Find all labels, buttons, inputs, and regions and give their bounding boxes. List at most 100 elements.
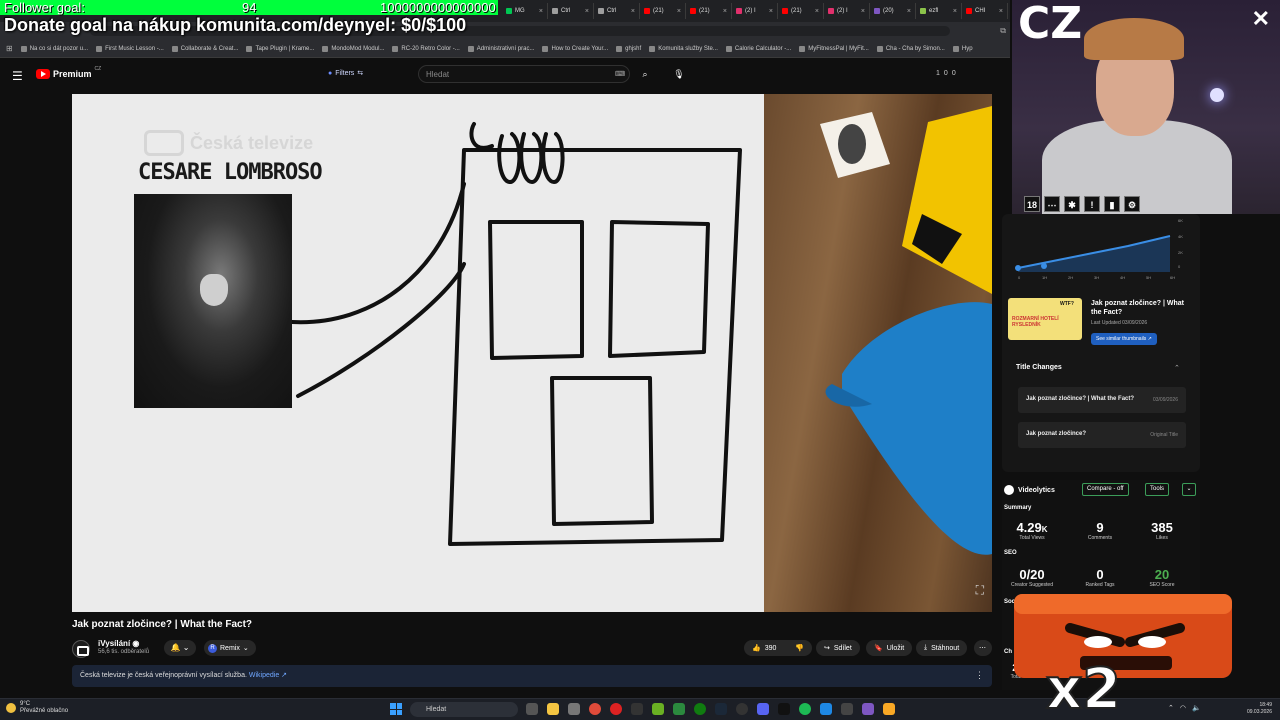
bookmark-item[interactable]: Cha - Cha by Simon... [876,45,945,52]
notifications-button[interactable]: 🔔 ⌄ [164,640,196,656]
tools-dropdown[interactable]: Tools [1145,483,1170,496]
description-info-bar[interactable]: Česká televize je česká veřejnoprávní vy… [72,665,992,687]
fullscreen-icon[interactable]: ⛶ [976,583,984,598]
obs-icon[interactable] [736,703,748,715]
settings-icon[interactable] [568,703,580,715]
remix-label: Remix [220,644,240,652]
browser-tab[interactable]: Ctrl × [594,3,640,19]
channel-name[interactable]: iVysílání ◉ [98,639,139,648]
opera-icon[interactable] [610,703,622,715]
save-button[interactable]: 🔖 Uložit [866,640,913,656]
bookmark-item[interactable]: Calorie Calculator -... [725,45,792,52]
steam-icon[interactable] [715,703,727,715]
arm-stroke-top [290,182,466,325]
nvidia-icon[interactable] [652,703,664,715]
tab-favicon-icon [874,8,880,14]
browser-tab[interactable]: (20) × [870,3,916,19]
remix-button[interactable]: R Remix ⌄ [204,640,256,656]
chevron-up-icon[interactable]: ⌃ [1174,364,1180,372]
share-button[interactable]: ↪ Sdílet [816,640,860,656]
filters-button[interactable]: ● Filters ⇆ [328,69,363,78]
dislike-button[interactable]: 👎 [790,640,812,656]
taskbar-clock[interactable]: 18:49 09.03.2026 [1247,702,1272,716]
download-button[interactable]: ⤓ Stáhnout [916,640,968,656]
youtube-logo[interactable]: Premium CZ [36,66,101,79]
bookmark-item[interactable]: Na co si dát pozor u... [20,45,88,52]
browser-tab[interactable]: (21) × [778,3,824,19]
wikipedia-link[interactable]: Wikipedie ↗ [249,672,287,679]
spotify-icon[interactable] [799,703,811,715]
app-icon[interactable] [862,703,874,715]
microphone-icon[interactable]: 🎙 [671,65,687,83]
menu-icon[interactable]: ☰ [12,69,23,83]
more-actions-button[interactable]: ⋯ [974,640,992,656]
bookmark-item[interactable]: Collaborate & Creat... [171,45,238,52]
chrome-icon[interactable] [589,703,601,715]
tab-label: (21) [791,8,802,14]
bookmark-item[interactable]: First Music Lesson -... [96,45,164,52]
tab-close-icon[interactable]: × [861,8,865,15]
bookmark-label: Calorie Calculator -... [734,45,792,52]
video-title: Jak poznat zločince? | What the Fact? [72,619,253,630]
bookmark-item[interactable]: MyFitnessPal | MyFit... [799,45,869,52]
xbox-icon[interactable] [694,703,706,715]
bookmark-item[interactable]: Tape Plugin | Krame... [246,45,315,52]
panel-chevron-icon[interactable]: ⌄ [1182,483,1196,496]
search-input[interactable]: Hledat ⌨ [418,65,630,83]
browser-tab[interactable]: Ctrl × [548,3,594,19]
apps-grid-icon[interactable]: ⊞ [6,44,13,53]
browser-tab[interactable]: MG × [502,3,548,19]
tab-close-icon[interactable]: × [953,8,957,15]
browser-tab[interactable]: (2) I × [732,3,778,19]
thumbnail-card[interactable]: ROZMARNÍ HOTELÍ RYSLEDNÍK WTF? Jak pozna… [1008,298,1188,346]
app-icon[interactable] [673,703,685,715]
compare-toggle[interactable]: Compare - off [1082,483,1129,496]
bookmark-item[interactable]: ghjshf [616,45,641,52]
ranked-tags-value: 0 [1096,567,1104,582]
tab-close-icon[interactable]: × [999,8,1003,15]
extensions-icon[interactable]: ⧉ [1000,26,1006,36]
file-explorer-icon[interactable] [547,703,559,715]
tab-close-icon[interactable]: × [585,8,589,15]
app-icon[interactable] [631,703,643,715]
bookmark-item[interactable]: How to Create Your... [542,45,608,52]
tab-close-icon[interactable]: × [631,8,635,15]
tab-label: ezfl [929,8,939,14]
tab-close-icon[interactable]: × [677,8,681,15]
bookmark-label: Tape Plugin | Krame... [255,45,315,52]
bookmark-item[interactable]: MondoMod Modul... [322,45,384,52]
tab-close-icon[interactable]: × [539,8,543,15]
similar-thumbnails-button[interactable]: See similar thumbnails ↗ [1091,333,1157,345]
discord-icon[interactable] [757,703,769,715]
channel-avatar[interactable] [72,640,90,658]
browser-tab[interactable]: (21) × [640,3,686,19]
kebab-menu-icon[interactable]: ⋮ [975,670,984,681]
capcut-icon[interactable] [778,703,790,715]
follower-goal-current: 94 [242,0,257,15]
browser-tab[interactable]: (21) × [686,3,732,19]
search-icon[interactable]: ⌕ [634,65,656,83]
tab-favicon-icon [644,8,650,14]
video-player[interactable]: Česká televize CESARE LOMBROSO ⛶ [72,94,992,612]
browser-tab[interactable]: (2) I × [824,3,870,19]
bookmark-item[interactable]: Komunita služby Ste... [649,45,718,52]
app-icon[interactable] [883,703,895,715]
start-button[interactable] [390,703,402,715]
keyboard-icon[interactable]: ⌨ [615,70,625,78]
taskbar-apps [526,703,895,715]
task-view-icon[interactable] [526,703,538,715]
taskbar-search[interactable]: Hledat [410,702,518,717]
tab-close-icon[interactable]: × [723,8,727,15]
tab-close-icon[interactable]: × [815,8,819,15]
tab-close-icon[interactable]: × [769,8,773,15]
bookmark-item[interactable]: Hyp [952,45,973,52]
browser-tab[interactable]: CHI × [962,3,1008,19]
app-icon[interactable] [841,703,853,715]
bookmark-item[interactable]: RC-20 Retro Color -... [392,45,460,52]
weather-widget[interactable]: 9°C Převážně oblačno [6,701,68,715]
browser-tab[interactable]: ezfl × [916,3,962,19]
bookmark-item[interactable]: Administrativní prac... [467,45,534,52]
tab-close-icon[interactable]: × [907,8,911,15]
like-button[interactable]: 👍 390 [744,640,790,656]
app-icon[interactable] [820,703,832,715]
